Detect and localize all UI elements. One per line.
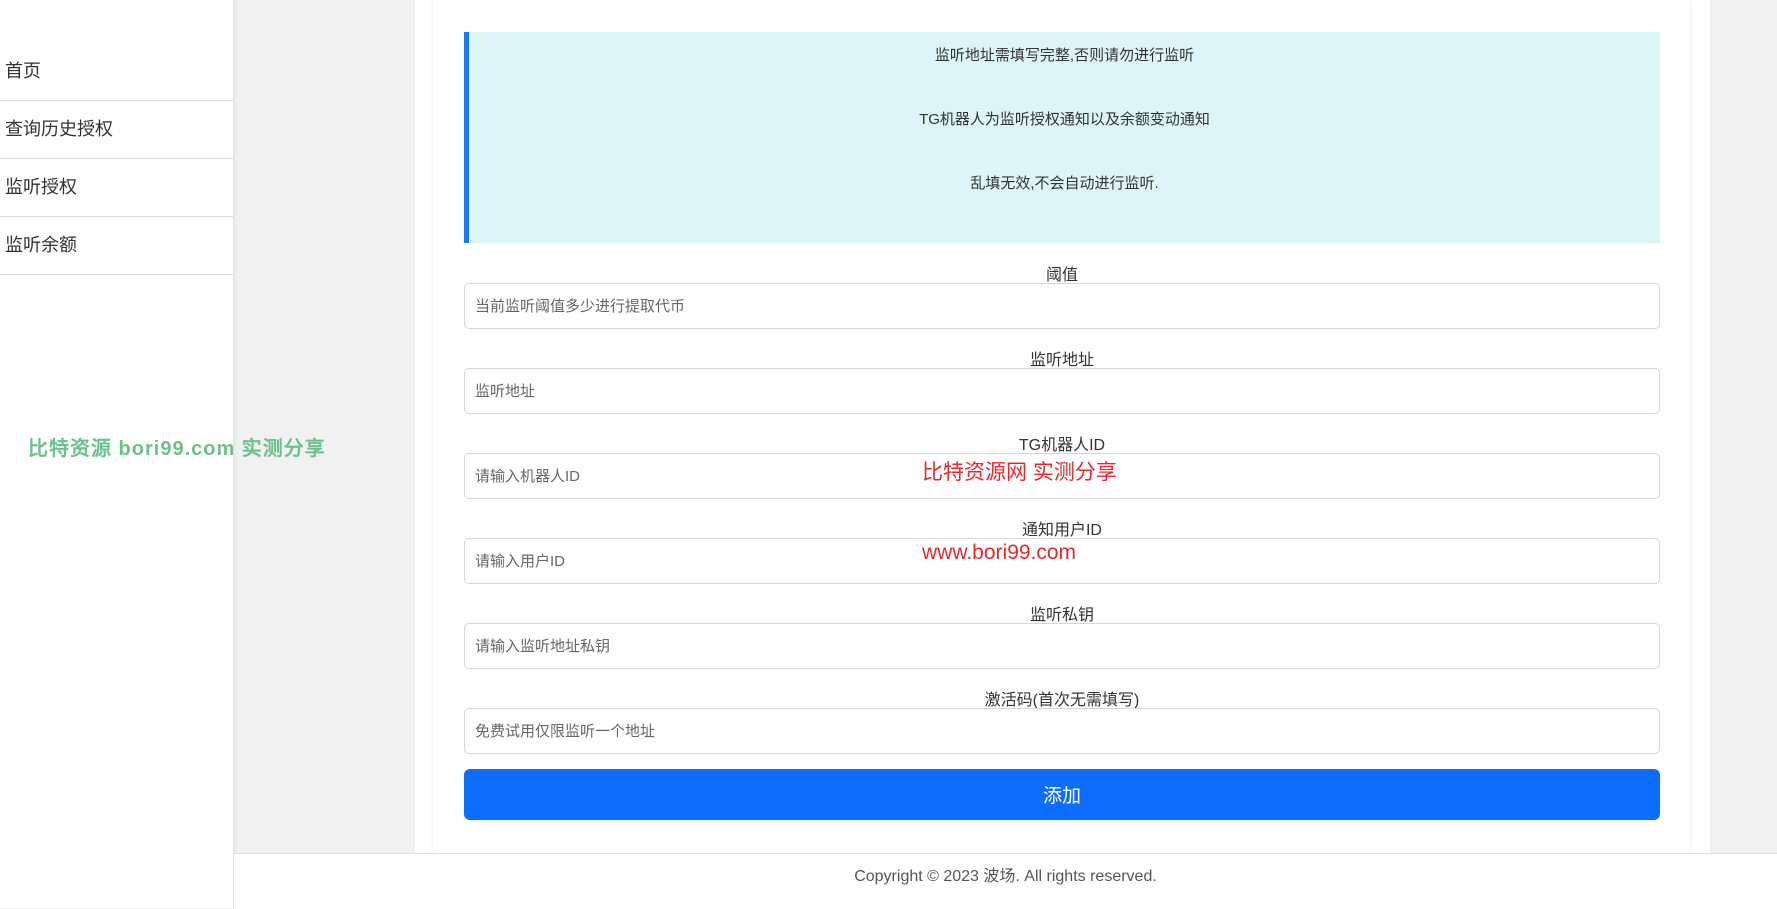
footer: Copyright © 2023 波场. All rights reserved… (234, 853, 1777, 909)
sidebar-item-query-history[interactable]: 查询历史授权 (0, 101, 233, 159)
watermark-green: 比特资源 bori99.com 实测分享 (28, 438, 326, 460)
notice-line-3: 乱填无效,不会自动进行监听. (970, 175, 1159, 192)
user-id-label: 通知用户ID (1021, 522, 1102, 539)
bot-id-label: TG机器人ID (1018, 437, 1106, 454)
notice-box: 监听地址需填写完整,否则请勿进行监听 TG机器人为监听授权通知以及余额变动通知 … (464, 32, 1660, 243)
address-label: 监听地址 (1029, 352, 1094, 369)
private-key-label: 监听私钥 (1029, 607, 1094, 624)
sidebar-menu: 首页 查询历史授权 监听授权 监听余额 (0, 43, 233, 275)
activation-code-input[interactable] (464, 708, 1660, 754)
threshold-label: 阈值 (1045, 267, 1078, 284)
add-button[interactable]: 添加 (464, 769, 1660, 820)
footer-copyright: Copyright © 2023 波场. All rights reserved… (854, 868, 1157, 885)
watermark-red-1: 比特资源网 实测分享 (922, 461, 1117, 484)
address-input[interactable] (464, 368, 1660, 414)
sidebar-item-monitor-authorization[interactable]: 监听授权 (0, 159, 233, 217)
sidebar-item-monitor-balance[interactable]: 监听余额 (0, 217, 233, 275)
sidebar-item-home[interactable]: 首页 (0, 43, 233, 101)
notice-line-1: 监听地址需填写完整,否则请勿进行监听 (934, 47, 1195, 64)
watermark-red-2: www.bori99.com (922, 541, 1077, 564)
threshold-input[interactable] (464, 283, 1660, 329)
notice-line-2: TG机器人为监听授权通知以及余额变动通知 (919, 111, 1210, 128)
activation-code-label: 激活码(首次无需填写) (984, 692, 1140, 709)
private-key-input[interactable] (464, 623, 1660, 669)
